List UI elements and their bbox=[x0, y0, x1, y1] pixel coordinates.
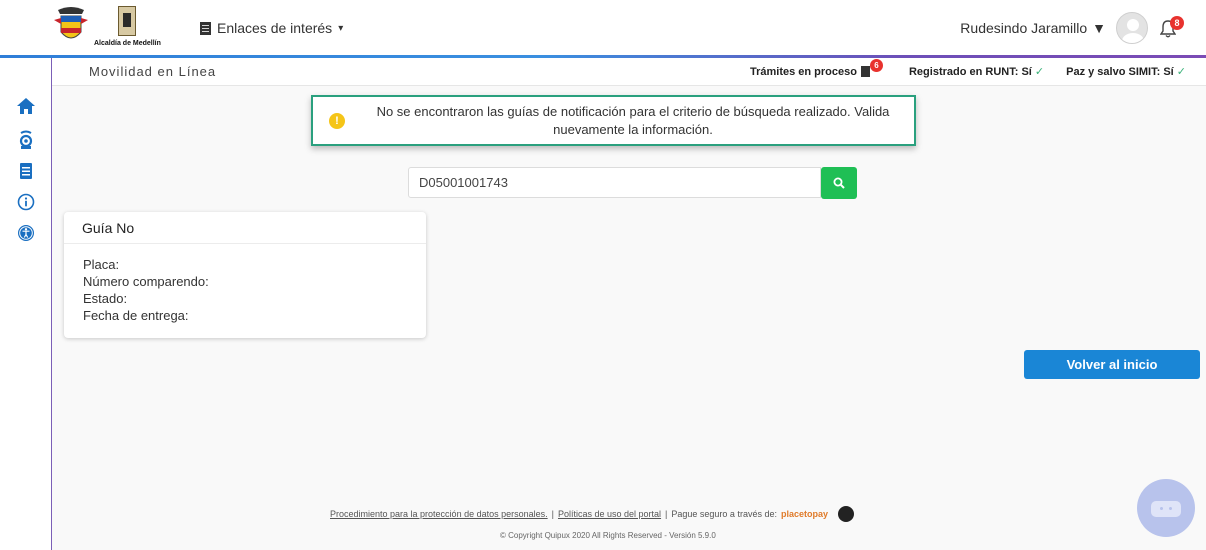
search-icon bbox=[833, 177, 845, 189]
warning-icon: ! bbox=[329, 113, 345, 129]
simit-label: Paz y salvo SIMIT: Sí bbox=[1066, 66, 1174, 78]
info-icon bbox=[17, 193, 35, 211]
building-icon bbox=[200, 21, 211, 35]
card-title: Guía No bbox=[64, 212, 426, 244]
colombia-coat-of-arms-logo bbox=[54, 7, 88, 39]
notifications-bell[interactable]: 8 bbox=[1158, 14, 1184, 42]
notebook-icon bbox=[20, 163, 32, 179]
page-title: Movilidad en Línea bbox=[89, 64, 217, 79]
tramites-en-proceso[interactable]: Trámites en proceso 6 bbox=[749, 59, 887, 78]
sidebar-item-accessibility[interactable] bbox=[16, 223, 36, 243]
tramites-label: Trámites en proceso bbox=[749, 65, 857, 78]
search-button[interactable] bbox=[821, 167, 857, 199]
accessibility-icon bbox=[18, 225, 34, 241]
runt-status: Registrado en RUNT: Sí ✓ bbox=[909, 65, 1044, 78]
sidebar-item-home[interactable] bbox=[16, 96, 36, 116]
field-numero-comparendo: Número comparendo: bbox=[83, 274, 209, 289]
check-icon: ✓ bbox=[1034, 66, 1045, 78]
avatar[interactable] bbox=[1116, 12, 1148, 44]
sidebar bbox=[0, 58, 52, 550]
portal-policies-link[interactable]: Políticas de uso del portal bbox=[558, 509, 661, 519]
caret-down-icon: ▾ bbox=[338, 22, 344, 34]
user-name-label: Rudesindo Jaramillo bbox=[960, 20, 1088, 36]
card-body: Placa: Número comparendo: Estado: Fecha … bbox=[64, 244, 426, 336]
sidebar-item-camera[interactable] bbox=[16, 130, 36, 150]
no-results-alert: ! No se encontraron las guías de notific… bbox=[311, 95, 916, 146]
notifications-badge: 8 bbox=[1170, 16, 1184, 30]
home-icon bbox=[17, 98, 35, 114]
logo-text: Alcaldía de Medellín bbox=[94, 40, 161, 47]
top-header: Alcaldía de Medellín Enlaces de interés … bbox=[0, 0, 1206, 56]
user-area: Rudesindo Jaramillo ▼ 8 bbox=[960, 12, 1184, 44]
back-to-home-button[interactable]: Volver al inicio bbox=[1024, 350, 1200, 379]
user-menu[interactable]: Rudesindo Jaramillo ▼ bbox=[960, 20, 1106, 36]
footer-links: Procedimiento para la protección de dato… bbox=[330, 506, 854, 522]
runt-label: Registrado en RUNT: Sí bbox=[908, 66, 1032, 78]
footer-separator: | bbox=[551, 509, 554, 519]
links-of-interest-menu[interactable]: Enlaces de interés ▾ bbox=[200, 20, 343, 36]
guide-search-input[interactable] bbox=[408, 167, 821, 198]
alcaldia-medellin-logo: Alcaldía de Medellín bbox=[94, 4, 184, 50]
copyright: © Copyright Quipux 2020 All Rights Reser… bbox=[500, 531, 716, 540]
field-estado: Estado: bbox=[83, 291, 128, 306]
partner-logo bbox=[838, 506, 854, 522]
sub-header: Movilidad en Línea Trámites en proceso 6… bbox=[52, 58, 1206, 86]
camera-icon bbox=[19, 130, 33, 149]
document-icon bbox=[860, 66, 870, 77]
tramites-badge: 6 bbox=[869, 59, 883, 72]
guide-result-card: Guía No Placa: Número comparendo: Estado… bbox=[64, 212, 426, 338]
sidebar-item-info[interactable] bbox=[16, 192, 36, 212]
chatbot-button[interactable] bbox=[1137, 479, 1195, 537]
footer-separator: | bbox=[665, 509, 668, 519]
placetopay-logo: placetopay bbox=[780, 509, 828, 519]
field-fecha-entrega: Fecha de entrega: bbox=[83, 308, 189, 323]
simit-status: Paz y salvo SIMIT: Sí ✓ bbox=[1066, 65, 1186, 78]
sidebar-item-notebook[interactable] bbox=[16, 161, 36, 181]
caret-down-icon: ▼ bbox=[1092, 20, 1106, 36]
alert-message: No se encontraron las guías de notificac… bbox=[376, 104, 890, 137]
status-indicators: Trámites en proceso 6 Registrado en RUNT… bbox=[749, 59, 1186, 78]
check-icon: ✓ bbox=[1176, 66, 1186, 78]
payment-text: Pague seguro a través de: bbox=[671, 509, 777, 519]
links-menu-label: Enlaces de interés bbox=[217, 20, 333, 36]
privacy-procedure-link[interactable]: Procedimiento para la protección de dato… bbox=[330, 509, 548, 519]
field-placa: Placa: bbox=[83, 257, 120, 272]
